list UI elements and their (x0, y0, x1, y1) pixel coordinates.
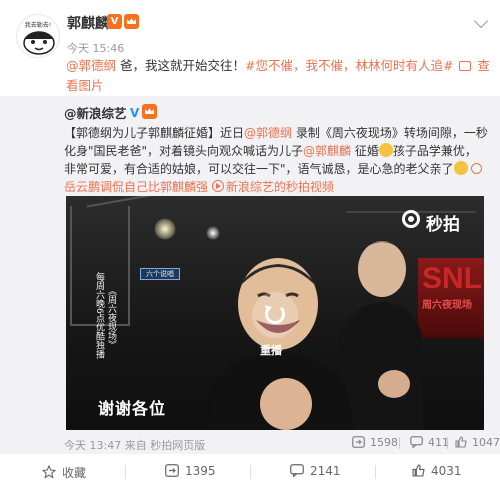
video-brand: 秒拍 (426, 215, 460, 235)
side-caption: 每周六晚6点优酷独播 (94, 272, 104, 359)
stage-sign: 六个说唱 (140, 268, 180, 280)
thumbs-up-icon (455, 436, 467, 448)
avatar[interactable]: 我去勒去! (16, 14, 60, 58)
video-player[interactable]: 六个说唱 SNL 周六夜现场 每周六晚6点优酷独播 《周六夜现场》 秒拍 重播 … (66, 196, 484, 430)
picture-icon[interactable] (459, 61, 472, 71)
collect-button[interactable]: 收藏 (42, 464, 86, 481)
thumbs-up-icon (412, 464, 425, 477)
post-text: @郭德纲 爸，我这就开始交往！#您不催，我不催，林林何时有人追# 查看图片 (66, 56, 494, 96)
post-author[interactable]: 郭麒麟 (67, 13, 109, 33)
emoji-icon (378, 143, 393, 157)
post-body: 爸，我这就开始交往！ (116, 58, 245, 73)
topic-link[interactable]: #您不催，我不催，林林何时有人追# (245, 58, 453, 73)
comment-icon (410, 436, 423, 448)
snl-subtitle: 周六夜现场 (422, 300, 472, 311)
divider (375, 465, 376, 479)
stage-light (154, 218, 176, 240)
member-crown-icon (142, 104, 157, 119)
replay-label[interactable]: 重播 (260, 342, 282, 358)
repost-text: 【郭德纲为儿子郭麒麟征婚】近日@郭德纲 录制《周六夜现场》转场间隙，一秒化身"国… (64, 124, 488, 196)
verified-icon: V (130, 106, 140, 120)
video-link[interactable]: 新浪综艺的秒拍视频 (226, 180, 334, 194)
repost-text-intro: 【郭德纲为儿子郭麒麟征婚】近日 (64, 126, 245, 140)
repost-source-time[interactable]: 今天 13:47 来自 秒拍网页版 (64, 437, 205, 453)
mention-link[interactable]: @郭德纲 (66, 58, 116, 73)
repost-forward-count[interactable]: 1598 (352, 436, 398, 449)
comment-count: 2141 (310, 464, 341, 478)
like-count: 4031 (431, 464, 462, 478)
replay-button[interactable] (252, 292, 298, 338)
like-button[interactable]: 4031 (412, 464, 462, 478)
repost-like-count[interactable]: 1047 (455, 436, 500, 449)
replay-icon (265, 304, 285, 324)
miaopai-logo-icon (402, 210, 420, 228)
comment-button[interactable]: 2141 (290, 464, 341, 478)
post-timestamp[interactable]: 今天 15:46 (67, 40, 124, 56)
side-caption-show: 《周六夜现场》 (106, 286, 116, 349)
member-crown-icon (124, 14, 139, 29)
link-icon (471, 163, 483, 174)
repost-comment-count[interactable]: 411 (410, 436, 449, 449)
forward-count: 1598 (370, 436, 398, 449)
verified-badge: V (107, 14, 122, 29)
related-link[interactable]: 岳云鹏调侃自己比郭麒麟强 (64, 180, 208, 194)
emoji-icon (453, 161, 468, 175)
star-icon (42, 465, 56, 479)
video-icon (211, 180, 224, 192)
divider (125, 465, 126, 479)
forward-count: 1395 (185, 464, 216, 478)
forward-icon (165, 464, 179, 477)
repost-author[interactable]: @新浪综艺 (64, 103, 127, 122)
mention-link[interactable]: @郭麒麟 (303, 144, 351, 158)
like-count: 1047 (472, 436, 500, 449)
forward-button[interactable]: 1395 (165, 464, 216, 478)
collect-label: 收藏 (62, 466, 87, 480)
comment-icon (290, 464, 304, 477)
divider (447, 437, 448, 449)
divider (250, 465, 251, 479)
comment-count: 411 (428, 436, 449, 449)
reposted-card: @新浪综艺 V 【郭德纲为儿子郭麒麟征婚】近日@郭德纲 录制《周六夜现场》转场间… (0, 96, 500, 454)
video-subtitle: 谢谢各位 (98, 399, 167, 418)
divider (399, 437, 400, 449)
mention-link[interactable]: @郭德纲 (244, 126, 292, 140)
forward-icon (352, 436, 365, 448)
avatar-face-icon (23, 31, 55, 55)
weibo-post: 我去勒去! 郭麒麟 V 今天 15:46 @郭德纲 爸，我这就开始交往！#您不催… (0, 0, 500, 489)
repost-text-body: 征婚 (351, 144, 379, 158)
chevron-down-icon[interactable] (473, 13, 489, 29)
action-bar: 收藏 1395 2141 4031 (0, 454, 500, 489)
snl-logo: SNL (422, 262, 482, 295)
